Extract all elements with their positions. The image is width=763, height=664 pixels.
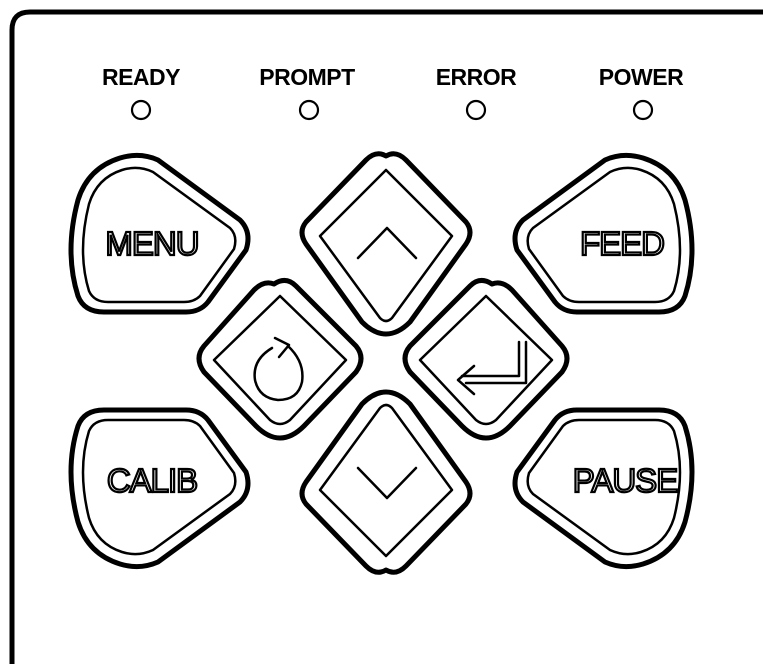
led-label-error: ERROR (436, 64, 517, 90)
enter-button[interactable] (402, 278, 570, 441)
menu-button-label: MENU (105, 225, 198, 262)
led-power (632, 99, 654, 121)
calib-button-label: CALIB (107, 462, 197, 499)
led-label-prompt: PROMPT (259, 64, 355, 90)
menu-button[interactable]: MENU (68, 152, 251, 315)
up-button[interactable] (299, 151, 473, 337)
feed-button-label: FEED (580, 225, 664, 262)
cancel-button[interactable] (196, 278, 364, 441)
down-button[interactable] (299, 389, 473, 575)
led-label-power: POWER (599, 64, 684, 90)
led-ready (130, 99, 152, 121)
pause-button[interactable]: PAUSE (512, 407, 695, 570)
feed-button[interactable]: FEED (512, 152, 695, 315)
led-label-ready: READY (102, 64, 180, 90)
led-error (465, 99, 487, 121)
pause-button-label: PAUSE (573, 462, 677, 499)
control-panel: READY PROMPT ERROR POWER MENU FEED CALIB… (0, 0, 763, 664)
led-prompt (298, 99, 320, 121)
calib-button[interactable]: CALIB (68, 407, 251, 570)
